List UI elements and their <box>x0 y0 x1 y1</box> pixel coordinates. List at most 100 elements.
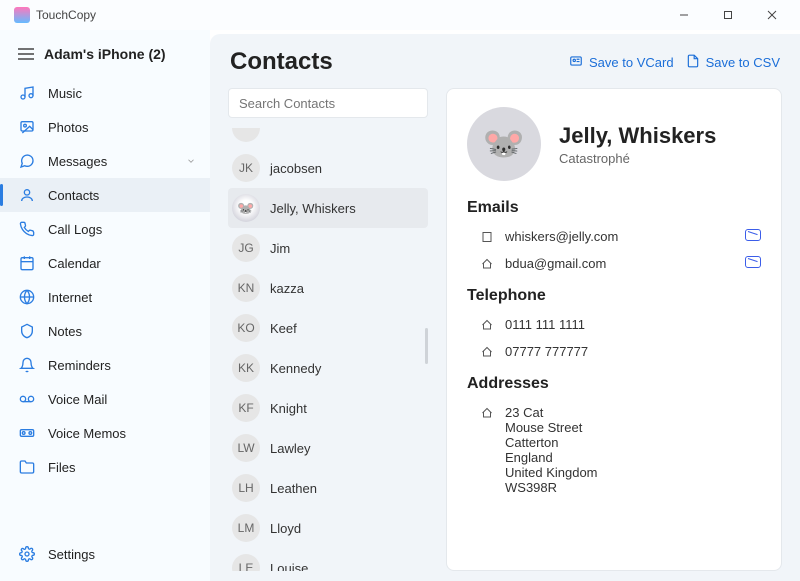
contact-list-item[interactable]: KF Knight <box>228 388 428 428</box>
vcard-icon <box>569 54 583 71</box>
csv-icon <box>686 54 700 71</box>
internet-icon <box>18 289 36 305</box>
sidebar-item-label: Messages <box>48 154 107 169</box>
contact-name-cell: Keef <box>270 321 297 336</box>
close-button[interactable] <box>750 0 794 30</box>
contact-list-item[interactable]: JG Jim <box>228 228 428 268</box>
sidebar-item-label: Calendar <box>48 256 101 271</box>
sidebar-item-label: Music <box>48 86 82 101</box>
titlebar: TouchCopy <box>0 0 800 30</box>
contact-list-item[interactable]: KK Kennedy <box>228 348 428 388</box>
voice-memos-icon <box>18 425 36 441</box>
mail-icon[interactable] <box>745 256 761 268</box>
messages-icon <box>18 153 36 169</box>
hamburger-icon[interactable] <box>18 48 34 60</box>
contact-detail: 🐭 Jelly, Whiskers Catastrophé Emails whi… <box>446 88 782 571</box>
emails-heading: Emails <box>467 199 761 217</box>
contact-list-item[interactable]: Jelly, Whiskers <box>228 188 428 228</box>
save-csv-button[interactable]: Save to CSV <box>686 54 780 71</box>
contact-name-cell: Kennedy <box>270 361 321 376</box>
sidebar-item-call-logs[interactable]: Call Logs <box>0 212 210 246</box>
tel-row: 0111 111 1111 <box>467 311 761 338</box>
sidebar-item-label: Notes <box>48 324 82 339</box>
contact-list-item[interactable]: LM Lloyd <box>228 508 428 548</box>
sidebar-item-internet[interactable]: Internet <box>0 280 210 314</box>
contact-list-item[interactable]: LE Louise <box>228 548 428 571</box>
minimize-button[interactable] <box>662 0 706 30</box>
contact-name-cell: jacobsen <box>270 161 322 176</box>
calendar-icon <box>18 255 36 271</box>
contact-name-cell: Jelly, Whiskers <box>270 201 356 216</box>
contact-avatar: 🐭 <box>467 107 541 181</box>
sidebar-item-music[interactable]: Music <box>0 76 210 110</box>
email-row: whiskers@jelly.com <box>467 223 761 250</box>
contact-list-item[interactable]: LW Lawley <box>228 428 428 468</box>
sidebar-item-label: Call Logs <box>48 222 102 237</box>
contact-name-cell: Knight <box>270 401 307 416</box>
maximize-button[interactable] <box>706 0 750 30</box>
address-line: United Kingdom <box>505 465 761 480</box>
contact-list-item[interactable]: JKjacobsen <box>228 148 428 188</box>
address-row: 23 CatMouse StreetCattertonEnglandUnited… <box>467 399 761 501</box>
gear-icon <box>18 546 36 562</box>
sidebar-item-voice-memos[interactable]: Voice Memos <box>0 416 210 450</box>
window-title: TouchCopy <box>36 8 662 22</box>
contact-list-item[interactable]: KO Keef <box>228 308 428 348</box>
sidebar-item-label: Internet <box>48 290 92 305</box>
avatar: KO <box>232 314 260 342</box>
avatar: LM <box>232 514 260 542</box>
device-name[interactable]: Adam's iPhone (2) <box>44 46 166 62</box>
avatar <box>232 128 260 142</box>
tel-row: 07777 777777 <box>467 338 761 365</box>
photos-icon <box>18 119 36 135</box>
app-icon <box>14 7 30 23</box>
sidebar-item-label: Contacts <box>48 188 99 203</box>
sidebar-item-label: Reminders <box>48 358 111 373</box>
home-icon <box>481 405 495 419</box>
address-line: 23 Cat <box>505 405 761 420</box>
contact-list-item[interactable]: KNkazza <box>228 268 428 308</box>
sidebar-settings[interactable]: Settings <box>0 537 210 571</box>
save-vcard-button[interactable]: Save to VCard <box>569 54 674 71</box>
voice-mail-icon <box>18 391 36 407</box>
sidebar: Adam's iPhone (2) Music Photos Messages Con… <box>0 30 210 581</box>
page-title: Contacts <box>230 48 557 76</box>
chevron-down-icon <box>186 154 196 169</box>
reminders-icon <box>18 357 36 373</box>
avatar: JG <box>232 234 260 262</box>
address-line: WS398R <box>505 480 761 495</box>
sidebar-item-reminders[interactable]: Reminders <box>0 348 210 382</box>
avatar: LW <box>232 434 260 462</box>
home-icon <box>481 317 495 331</box>
sidebar-item-label: Voice Mail <box>48 392 107 407</box>
sidebar-item-messages[interactable]: Messages <box>0 144 210 178</box>
sidebar-item-files[interactable]: Files <box>0 450 210 484</box>
mail-icon[interactable] <box>745 229 761 241</box>
contact-subtitle: Catastrophé <box>559 151 716 166</box>
contact-list-item[interactable] <box>228 128 428 148</box>
contact-name-cell: Lloyd <box>270 521 301 536</box>
contact-name-cell: kazza <box>270 281 304 296</box>
home-icon <box>481 344 495 358</box>
sidebar-item-contacts[interactable]: Contacts <box>0 178 210 212</box>
sidebar-item-photos[interactable]: Photos <box>0 110 210 144</box>
address-line: Mouse Street <box>505 420 761 435</box>
sidebar-item-notes[interactable]: Notes <box>0 314 210 348</box>
sidebar-item-calendar[interactable]: Calendar <box>0 246 210 280</box>
scrollbar[interactable] <box>425 328 428 364</box>
contact-name-cell: Leathen <box>270 481 317 496</box>
avatar: KF <box>232 394 260 422</box>
avatar: LE <box>232 554 260 571</box>
contact-name-cell: Lawley <box>270 441 310 456</box>
avatar: KK <box>232 354 260 382</box>
contact-name-cell: Louise <box>270 561 308 572</box>
contact-list-item[interactable]: LHLeathen <box>228 468 428 508</box>
avatar <box>232 194 260 222</box>
music-icon <box>18 85 36 101</box>
sidebar-item-voice-mail[interactable]: Voice Mail <box>0 382 210 416</box>
email-row: bdua@gmail.com <box>467 250 761 277</box>
contact-name-cell: Jim <box>270 241 290 256</box>
notes-icon <box>18 323 36 339</box>
telephone-heading: Telephone <box>467 287 761 305</box>
search-input[interactable] <box>228 88 428 118</box>
